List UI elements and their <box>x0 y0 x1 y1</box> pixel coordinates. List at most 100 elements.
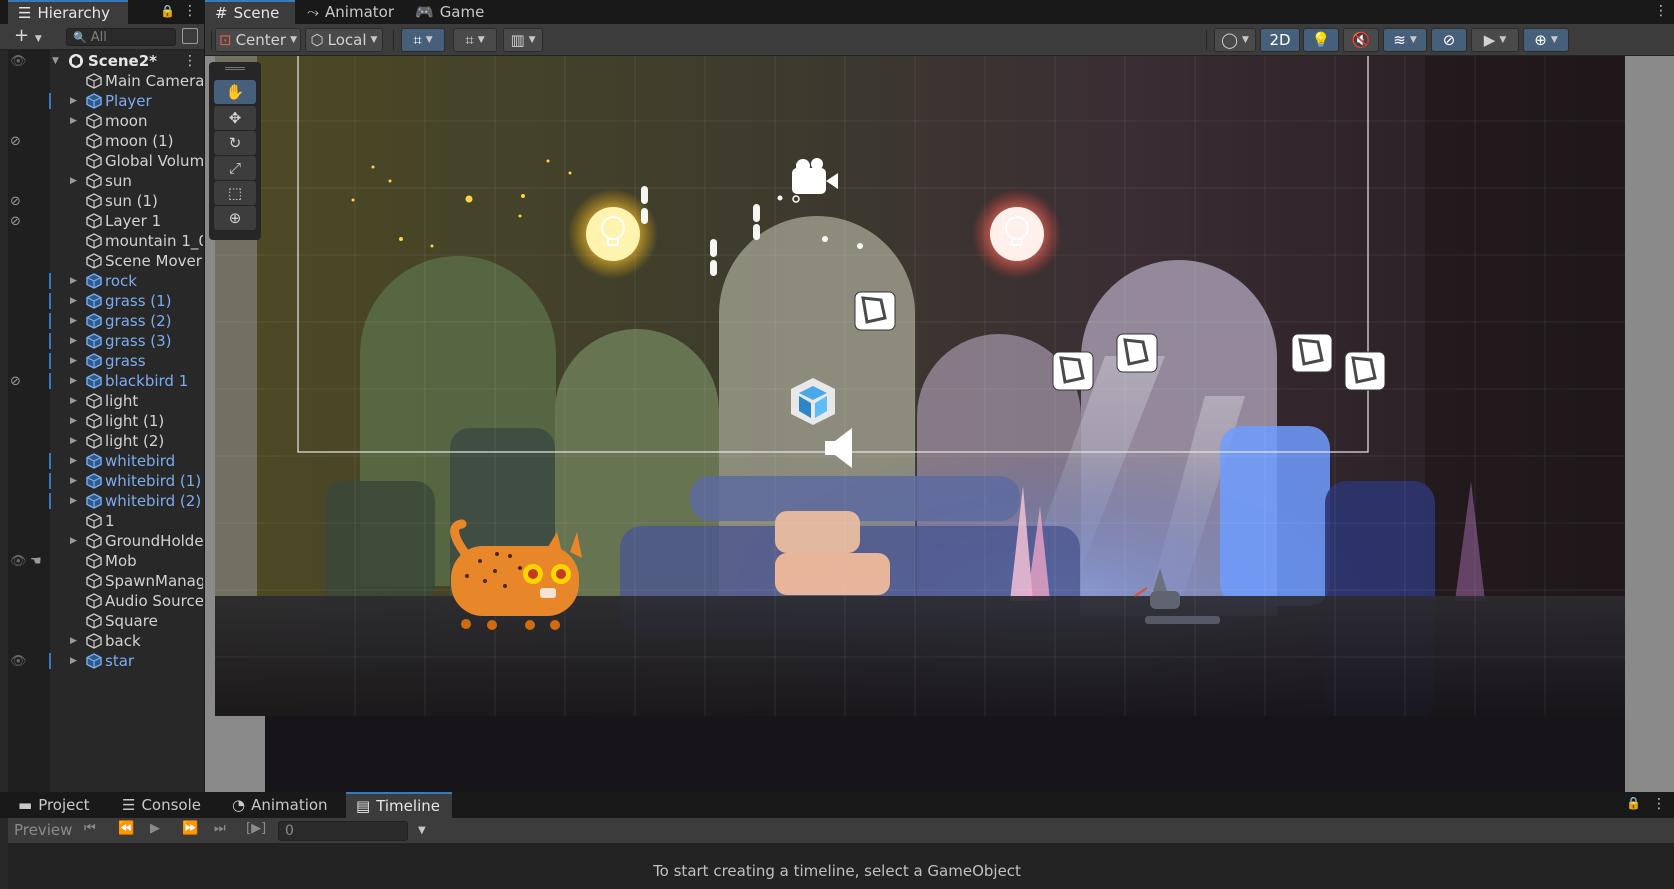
expand-arrow-icon[interactable]: ▶ <box>70 476 77 486</box>
hierarchy-item[interactable]: ▶ grass (2) <box>0 311 205 331</box>
tab-hierarchy[interactable]: ☰ Hierarchy <box>8 0 128 24</box>
lock-icon[interactable]: 🔒 <box>1626 797 1641 809</box>
lock-icon[interactable]: 🔒 <box>160 4 175 18</box>
eye-icon[interactable]: 👁 <box>10 54 27 69</box>
scene-menu-icon[interactable]: ⋮ <box>183 54 197 68</box>
hierarchy-item[interactable]: Scene Mover <box>0 251 205 271</box>
hierarchy-item[interactable]: mountain 1_0 <box>0 231 205 251</box>
play-range-icon[interactable]: [▶] <box>246 821 266 836</box>
hierarchy-item[interactable]: ⊘ moon (1) <box>0 131 205 151</box>
expand-arrow-icon[interactable]: ▶ <box>70 296 77 306</box>
hand-tool-button[interactable]: ✋ <box>214 80 256 104</box>
frame-field[interactable]: 0 <box>278 821 408 841</box>
effects-dropdown[interactable]: ≋ ▼ <box>1383 28 1427 52</box>
scene-menu-icon[interactable]: ⋮ <box>1654 4 1668 18</box>
hierarchy-item[interactable]: ▶ back <box>0 631 205 651</box>
camera-settings-dropdown[interactable]: ▶ ▼ <box>1471 28 1519 52</box>
expand-arrow-icon[interactable]: ▶ <box>70 176 77 186</box>
tab-animator[interactable]: ⤳ Animator <box>297 0 402 24</box>
hierarchy-item[interactable]: Audio Source <box>0 591 205 611</box>
scene-root-row[interactable]: 👁 ▼ Scene2* ⋮ <box>0 51 205 71</box>
rect-tool-button[interactable]: ⬚ <box>214 181 256 205</box>
hierarchy-item[interactable]: ⊘ Layer 1 <box>0 211 205 231</box>
expand-arrow-icon[interactable]: ▶ <box>70 536 77 546</box>
hierarchy-search-input[interactable]: 🔍 All <box>66 28 176 46</box>
increment-snap-button[interactable]: ⌗ ▼ <box>453 28 497 52</box>
next-frame-icon[interactable]: ⏩ <box>182 821 198 836</box>
scale-tool-button[interactable]: ⤢ <box>214 156 256 180</box>
expand-arrow-icon[interactable]: ▶ <box>70 376 77 386</box>
eye-slash-icon[interactable]: ⊘ <box>10 374 21 389</box>
eye-slash-icon[interactable]: ⊘ <box>10 214 21 229</box>
hierarchy-item[interactable]: ▶ rock <box>0 271 205 291</box>
preview-button[interactable]: Preview <box>14 821 72 839</box>
expand-arrow-icon[interactable]: ▶ <box>70 356 77 366</box>
space-local-dropdown[interactable]: ⬡ Local ▼ <box>305 28 383 52</box>
expand-arrow-icon[interactable]: ▶ <box>70 96 77 106</box>
eye-slash-icon[interactable]: ⊘ <box>10 134 21 149</box>
chevron-down-icon[interactable]: ▼ <box>418 825 426 836</box>
hierarchy-item[interactable]: Square <box>0 611 205 631</box>
hierarchy-item[interactable]: 👁 ☚ Mob <box>0 551 205 571</box>
hierarchy-item[interactable]: ▶ sun <box>0 171 205 191</box>
hierarchy-item[interactable]: ⊘ sun (1) <box>0 191 205 211</box>
hierarchy-item[interactable]: ▶ light (1) <box>0 411 205 431</box>
audio-toggle[interactable]: 🔇 <box>1343 28 1379 52</box>
pick-hand-icon[interactable]: ☚ <box>30 554 42 569</box>
goto-end-icon[interactable]: ⏭ <box>214 821 226 836</box>
transform-tool-button[interactable]: ⊕ <box>214 206 256 230</box>
play-icon[interactable]: ▶ <box>150 821 160 836</box>
hierarchy-item[interactable]: ▶ grass (1) <box>0 291 205 311</box>
hierarchy-item[interactable]: ▶ whitebird (1) <box>0 471 205 491</box>
grid-visibility-button[interactable]: ▥ ▼ <box>503 28 543 52</box>
hierarchy-item[interactable]: Main Camera <box>0 71 205 91</box>
add-object-button[interactable]: + ▼ <box>14 27 42 45</box>
tab-animation[interactable]: ◔ Animation <box>222 792 342 818</box>
hierarchy-item[interactable]: ▶ whitebird (2) <box>0 491 205 511</box>
rotate-tool-button[interactable]: ↻ <box>214 131 256 155</box>
tab-scene[interactable]: # Scene <box>205 0 295 24</box>
timeline-menu-icon[interactable]: ⋮ <box>1652 797 1666 811</box>
hierarchy-item[interactable]: ▶ whitebird <box>0 451 205 471</box>
hierarchy-item[interactable]: ▶ grass <box>0 351 205 371</box>
previous-frame-icon[interactable]: ⏪ <box>118 821 134 836</box>
grid-snap-button[interactable]: ⌗ ▼ <box>401 28 445 52</box>
expand-arrow-icon[interactable]: ▶ <box>70 396 77 406</box>
search-mode-icon[interactable] <box>182 28 198 44</box>
eye-icon[interactable]: 👁 <box>10 554 27 569</box>
hierarchy-item[interactable]: SpawnManager <box>0 571 205 591</box>
eye-slash-icon[interactable]: ⊘ <box>10 194 21 209</box>
move-tool-button[interactable]: ✥ <box>214 106 256 130</box>
expand-arrow-icon[interactable]: ▶ <box>70 456 77 466</box>
tab-game[interactable]: 🎮 Game <box>405 0 495 24</box>
expand-arrow-icon[interactable]: ▶ <box>70 116 77 126</box>
hierarchy-item[interactable]: Global Volume <box>0 151 205 171</box>
hierarchy-item[interactable]: ▶ light (2) <box>0 431 205 451</box>
draw-mode-dropdown[interactable]: ◯ ▼ <box>1214 28 1256 52</box>
lighting-toggle[interactable]: 💡 <box>1303 28 1339 52</box>
tab-timeline[interactable]: ▤ Timeline <box>346 792 452 818</box>
expand-arrow-icon[interactable]: ▶ <box>70 636 77 646</box>
eye-icon[interactable]: 👁 <box>10 654 27 669</box>
expand-arrow-icon[interactable]: ▼ <box>52 56 59 66</box>
expand-arrow-icon[interactable]: ▶ <box>70 496 77 506</box>
expand-arrow-icon[interactable]: ▶ <box>70 336 77 346</box>
hierarchy-item[interactable]: ▶ light <box>0 391 205 411</box>
hierarchy-item[interactable]: 1 <box>0 511 205 531</box>
scene-canvas[interactable] <box>205 56 1674 792</box>
mode-2d-toggle[interactable]: 2D <box>1260 28 1300 52</box>
expand-arrow-icon[interactable]: ▶ <box>70 316 77 326</box>
hierarchy-item[interactable]: ⊘ ▶ blackbird 1 <box>0 371 205 391</box>
hierarchy-item[interactable]: ▶ grass (3) <box>0 331 205 351</box>
hidden-objects-toggle[interactable]: ⊘ <box>1431 28 1467 52</box>
expand-arrow-icon[interactable]: ▶ <box>70 416 77 426</box>
expand-arrow-icon[interactable]: ▶ <box>70 276 77 286</box>
tab-console[interactable]: ☰ Console <box>112 792 218 818</box>
expand-arrow-icon[interactable]: ▶ <box>70 436 77 446</box>
goto-start-icon[interactable]: ⏮ <box>84 821 96 836</box>
hierarchy-item[interactable]: ▶ GroundHolder <box>0 531 205 551</box>
pivot-center-dropdown[interactable]: ⊡ Center ▼ <box>215 28 301 52</box>
expand-arrow-icon[interactable]: ▶ <box>70 656 77 666</box>
gizmos-dropdown[interactable]: ⊕ ▼ <box>1523 28 1569 52</box>
hierarchy-menu-icon[interactable]: ⋮ <box>183 4 197 18</box>
